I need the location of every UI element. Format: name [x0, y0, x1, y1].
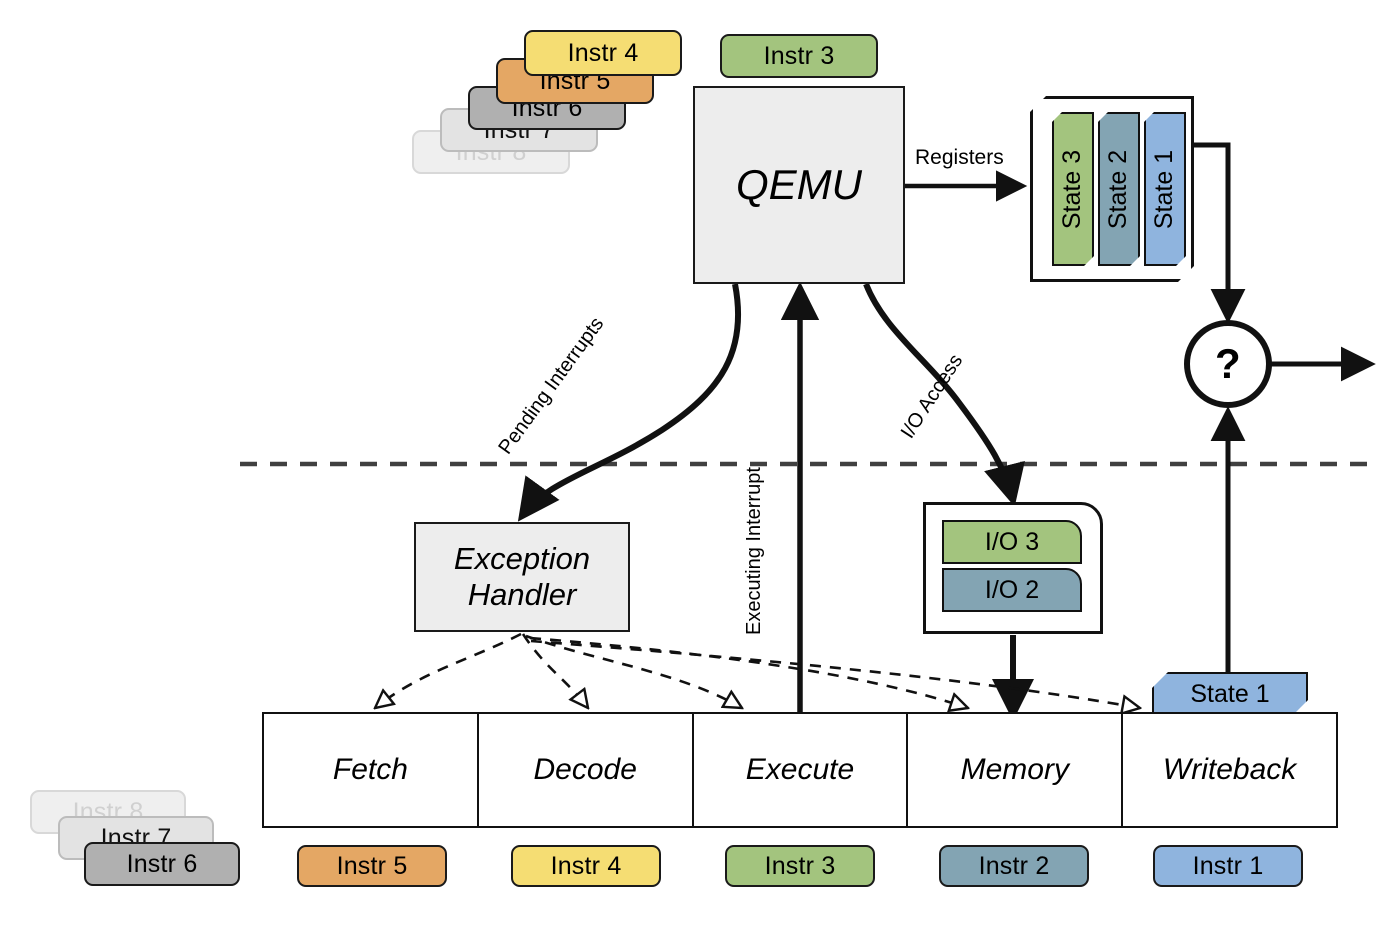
edge-state-to-qmark-path [1222, 153, 1225, 183]
stage-label: Fetch [332, 753, 408, 786]
fanout-memory [529, 636, 968, 708]
io-card-io3[interactable]: I/O 3 [942, 520, 1082, 564]
card-label: Instr 4 [567, 38, 639, 67]
exception-handler-line2: Handler [467, 577, 577, 612]
pipeline-instr-fetch[interactable]: Instr 5 [297, 845, 447, 887]
stage-label: Execute [745, 753, 855, 786]
pipeline-stage-memory[interactable]: Memory [908, 714, 1124, 826]
pipeline-stage-execute[interactable]: Execute [694, 714, 909, 826]
pipeline-stage-fetch[interactable]: Fetch [264, 714, 479, 826]
stage-label: Memory [960, 753, 1069, 786]
edge-label-executing-interrupt: Executing Interrupt [743, 467, 766, 635]
current-instruction-chip[interactable]: Instr 3 [720, 34, 878, 78]
io-card-label: I/O 3 [984, 527, 1040, 556]
card-label: Instr 3 [763, 41, 835, 70]
state-stack-to-question-bracket [1190, 142, 1246, 324]
io-card-io2[interactable]: I/O 2 [942, 568, 1082, 612]
registers-label-text: Registers [915, 146, 1004, 169]
pipeline-instr-decode[interactable]: Instr 4 [511, 845, 661, 887]
state-card-label: State 3 [1058, 149, 1087, 229]
card-label: Instr 1 [1192, 851, 1264, 880]
pipeline-stage-writeback[interactable]: Writeback [1123, 714, 1336, 826]
exception-fanout [375, 632, 1140, 708]
state-card-state3[interactable]: State 3 [1052, 112, 1094, 266]
pipeline-instr-writeback[interactable]: Instr 1 [1153, 845, 1303, 887]
qemu-label: QEMU [736, 160, 862, 208]
exception-handler-block[interactable]: Exception Handler [414, 522, 630, 632]
writeback-state-tag[interactable]: State 1 [1152, 672, 1308, 716]
pipeline-stage-decode[interactable]: Decode [479, 714, 694, 826]
exception-handler-line1: Exception [453, 541, 591, 577]
state-card-label: State 1 [1150, 149, 1179, 229]
io-card-label: I/O 2 [984, 575, 1040, 604]
card-label: Instr 2 [978, 851, 1050, 880]
card-label: Instr 4 [550, 851, 622, 880]
decision-question-label: ? [1215, 340, 1241, 388]
state-card-state2[interactable]: State 2 [1098, 112, 1140, 266]
diagram-canvas: Instr 8 Instr 7 Instr 6 Instr 5 Instr 4 … [0, 0, 1395, 925]
top-stack-card-instr4[interactable]: Instr 4 [524, 30, 682, 76]
state-card-label: State 2 [1104, 149, 1133, 229]
bottom-stack-card-instr6[interactable]: Instr 6 [84, 842, 240, 886]
question-mark-text: ? [1215, 340, 1241, 387]
card-label: Instr 6 [126, 849, 198, 878]
executing-interrupt-text: Executing Interrupt [743, 467, 765, 635]
pipeline-instr-execute[interactable]: Instr 3 [725, 845, 875, 887]
qemu-block[interactable]: QEMU [693, 86, 905, 284]
pipeline-stages: Fetch Decode Execute Memory Writeback [262, 712, 1338, 828]
fanout-fetch [375, 632, 522, 708]
edge-label-registers: Registers [915, 146, 1004, 170]
stage-label: Writeback [1162, 753, 1297, 786]
card-label: Instr 3 [764, 851, 836, 880]
state-card-state1[interactable]: State 1 [1144, 112, 1186, 266]
state-tag-label: State 1 [1190, 679, 1270, 708]
pipeline-instr-memory[interactable]: Instr 2 [939, 845, 1089, 887]
card-label: Instr 5 [336, 851, 408, 880]
stage-label: Decode [533, 753, 637, 786]
